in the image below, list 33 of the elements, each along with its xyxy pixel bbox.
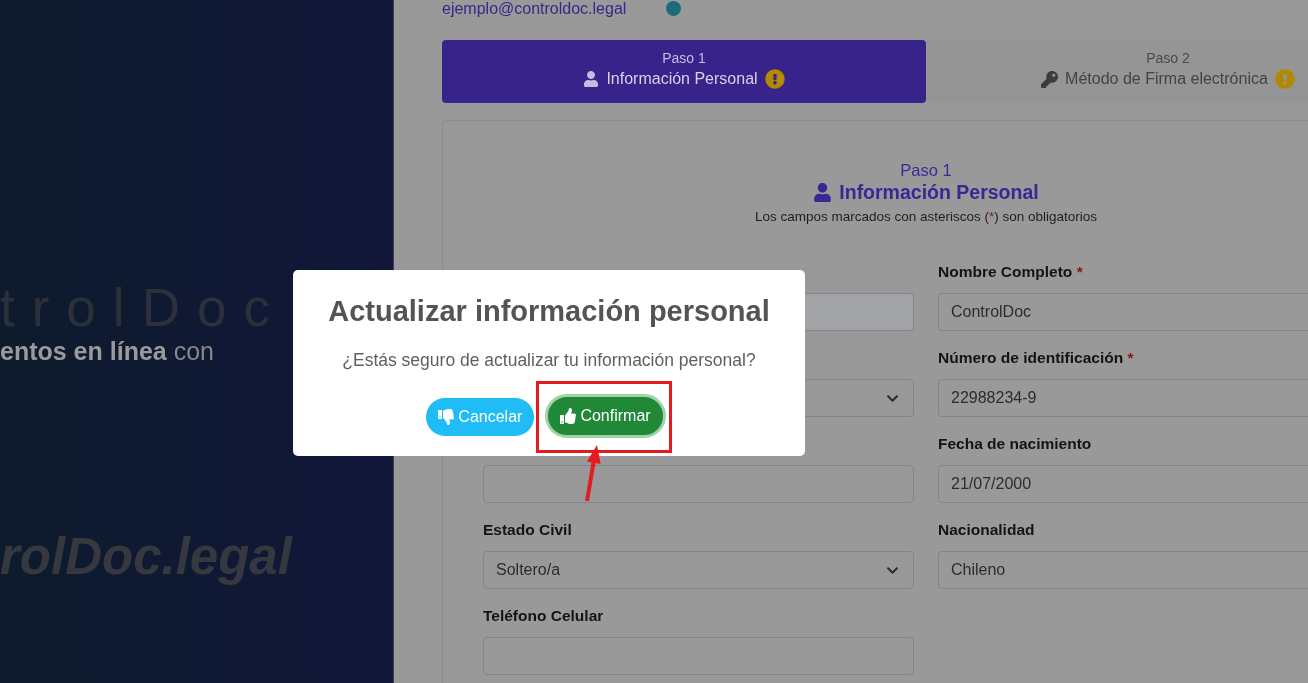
text-input-field[interactable]: 22988234-9	[938, 379, 1308, 417]
field-label: Nacionalidad	[938, 520, 1036, 540]
user-icon	[583, 71, 600, 87]
text-input-field[interactable]: Chileno	[938, 551, 1308, 589]
field-label: Nombre Completo *	[938, 262, 1084, 282]
field-label: Número de identificación *	[938, 348, 1135, 368]
text-input-field[interactable]: 21/07/2000	[938, 465, 1308, 503]
field-label: Estado Civil	[483, 520, 573, 540]
circle-icon	[666, 1, 682, 16]
step-number: Paso 1	[900, 160, 952, 180]
field-label: Teléfono Celular	[483, 606, 605, 626]
field-label: Fecha de nacimiento	[938, 434, 1093, 454]
select-field[interactable]	[805, 379, 914, 417]
dialog-title: Actualizar información personal	[328, 294, 770, 329]
text-input-field[interactable]	[483, 465, 914, 503]
key-icon	[1041, 70, 1059, 88]
step-label: Método de Firma electrónica	[1065, 69, 1268, 89]
user-icon	[813, 182, 833, 202]
thumbs-up-icon	[560, 408, 577, 424]
form-title: Información Personal	[839, 180, 1039, 204]
select-field[interactable]: Soltero/a	[483, 551, 914, 589]
step-tab[interactable]: Paso 1 Información Personal	[442, 40, 926, 103]
step-number: Paso 2	[1146, 49, 1190, 67]
required-note: Los campos marcados con asteriscos (*) son obligatorios	[754, 208, 1098, 226]
confirm-button[interactable]: Confirmar	[545, 394, 666, 438]
thumbs-down-icon	[438, 409, 455, 425]
step-number: Paso 1	[662, 49, 706, 67]
text-input-field[interactable]: ControlDoc	[938, 293, 1308, 331]
dialog-message: ¿Estás seguro de actualizar tu información personal?	[342, 349, 756, 372]
email-link[interactable]: ejemplo@controldoc.legal	[442, 0, 627, 17]
tagline: entos en línea con	[0, 336, 214, 366]
step-label: Información Personal	[606, 69, 758, 89]
step-tab[interactable]: Paso 2 Método de Firma electrónica	[926, 40, 1308, 103]
